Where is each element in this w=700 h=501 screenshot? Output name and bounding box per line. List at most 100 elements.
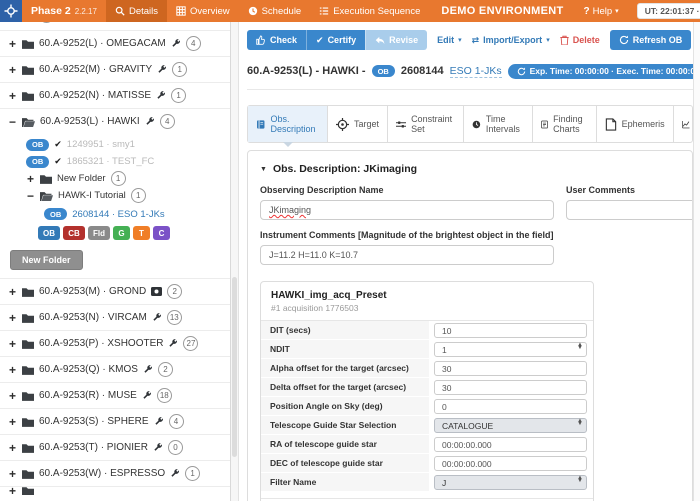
acquisition-template-card: HAWKI_img_acq_Preset #1 acquisition 1776… — [260, 281, 594, 501]
tree-row-vircam[interactable]: + 60.A-9253(N) · VIRCAM 13 — [0, 304, 230, 330]
delete-ob-button[interactable]: Delete — [560, 35, 600, 45]
expand-icon[interactable]: + — [8, 37, 17, 51]
execution-time-pill[interactable]: Exp. Time: 00:00:00 · Exec. Time: 00:00:… — [508, 64, 700, 79]
tab-obs-description[interactable]: Obs. Description — [248, 106, 328, 142]
folder-icon — [22, 486, 34, 495]
expand-icon[interactable]: + — [26, 172, 35, 186]
tab-finding-charts[interactable]: Finding Charts — [533, 106, 597, 142]
tab-label: Constraint Set — [411, 114, 455, 135]
number-stepper[interactable]: ▲▼ — [577, 344, 583, 351]
expand-icon[interactable]: + — [8, 311, 17, 325]
ob-row-1249951[interactable]: OB ✔ 1249951 · smy1 — [0, 136, 230, 153]
ob-name-link[interactable]: ESO 1-JKs — [450, 65, 502, 78]
badge-c[interactable]: C — [153, 226, 170, 240]
ob-label: 1865321 · TEST_FC — [67, 156, 154, 167]
filter-name-select[interactable]: J ▲▼ — [434, 475, 587, 490]
tree-row-xshooter[interactable]: + 60.A-9253(P) · XSHOOTER 27 — [0, 330, 230, 356]
tree-row-gravity[interactable]: + 60.A-9252(M) · GRAVITY 1 — [0, 56, 230, 82]
active-tab-notch — [283, 142, 293, 147]
collapse-icon[interactable]: − — [26, 189, 35, 203]
ob-row-1865321[interactable]: OB ✔ 1865321 · TEST_FC — [0, 153, 230, 170]
tab-constraint-set[interactable]: Constraint Set — [388, 106, 464, 142]
certify-button[interactable]: ✔ Certify — [306, 30, 365, 50]
folder-icon — [22, 65, 34, 75]
tree-row-omegacam[interactable]: + 60.A-9252(L) · OMEGACAM 4 — [0, 30, 230, 56]
nav-item-overview[interactable]: Overview — [167, 0, 239, 22]
expand-icon[interactable]: + — [8, 486, 17, 495]
badge-fld[interactable]: Fld — [88, 226, 110, 240]
badge-cb[interactable]: CB — [63, 226, 85, 240]
run-label: 60.A-9253(S) · SPHERE — [39, 416, 149, 427]
check-button[interactable]: Check — [247, 30, 306, 50]
tab-label: Ephemeris — [622, 119, 665, 129]
tree-row-muse[interactable]: + 60.A-9253(R) · MUSE 18 — [0, 382, 230, 408]
expand-icon[interactable]: + — [8, 415, 17, 429]
window-scrollbar[interactable] — [693, 22, 700, 501]
sidebar-scrollbar-thumb[interactable] — [232, 277, 237, 457]
expand-icon[interactable]: + — [8, 441, 17, 455]
tree-row-hawki[interactable]: − 60.A-9253(L) · HAWKI 4 — [0, 108, 230, 134]
expand-icon[interactable]: + — [8, 467, 17, 481]
ra-guide-star-input[interactable]: 00:00:00.000 — [434, 437, 587, 452]
tree-row-grond[interactable]: + 60.A-9253(M) · GROND 2 — [0, 278, 230, 304]
position-angle-input[interactable]: 0 — [434, 399, 587, 414]
guide-star-selection-select[interactable]: CATALOGUE ▲▼ — [434, 418, 587, 433]
run-label: 60.A-9252(N) · MATISSE — [39, 90, 151, 101]
nav-item-label: Schedule — [262, 6, 302, 17]
folder-row-new-folder[interactable]: + New Folder 1 — [0, 170, 230, 187]
nav-item-details[interactable]: Details — [106, 0, 167, 22]
tree-row-matisse[interactable]: + 60.A-9252(N) · MATISSE 1 — [0, 82, 230, 108]
sidebar-scrollbar[interactable] — [231, 22, 239, 501]
tab-time-intervals[interactable]: Time Intervals — [464, 106, 533, 142]
top-navbar: Phase 2 2.2.17 Details Overview Schedule… — [0, 0, 700, 22]
grid-icon — [176, 6, 186, 16]
tree-row-clipped[interactable]: + — [0, 22, 230, 30]
param-value: 1 — [442, 345, 447, 355]
expand-icon[interactable]: + — [8, 89, 17, 103]
collapse-icon[interactable]: − — [8, 115, 17, 129]
expand-icon[interactable]: + — [8, 22, 17, 23]
count-badge: 1 — [171, 88, 186, 103]
import-export-menu-button[interactable]: ⇄ Import/Export ▾ — [472, 35, 550, 46]
tree-row-kmos[interactable]: + 60.A-9253(Q) · KMOS 2 — [0, 356, 230, 382]
badge-g[interactable]: G — [113, 226, 130, 240]
alpha-offset-input[interactable]: 30 — [434, 361, 587, 376]
folder-row-hawki-tutorial[interactable]: − HAWK-I Tutorial 1 — [0, 187, 230, 204]
param-label: NDIT — [261, 340, 429, 359]
thumbs-up-icon — [256, 35, 266, 45]
badge-t[interactable]: T — [133, 226, 150, 240]
ob-badge: OB — [26, 139, 49, 151]
expand-icon[interactable]: + — [8, 337, 17, 351]
ndit-input[interactable]: 1 ▲▼ — [434, 342, 587, 357]
tab-target[interactable]: Target — [328, 106, 388, 142]
nav-item-execution-sequence[interactable]: Execution Sequence — [310, 0, 429, 22]
new-folder-button[interactable]: New Folder — [10, 250, 83, 270]
eso-logo[interactable] — [0, 0, 22, 22]
expand-icon[interactable]: + — [8, 285, 17, 299]
user-comments-input[interactable] — [566, 200, 693, 220]
tree-row-espresso[interactable]: + 60.A-9253(W) · ESPRESSO 1 — [0, 460, 230, 486]
badge-ob[interactable]: OB — [38, 226, 60, 240]
edit-menu-button[interactable]: Edit ▾ — [437, 35, 462, 45]
app-brand[interactable]: Phase 2 2.2.17 — [22, 0, 106, 22]
observing-description-name-input[interactable]: JKimaging — [260, 200, 554, 220]
dec-guide-star-input[interactable]: 00:00:00.000 — [434, 456, 587, 471]
refresh-ob-button[interactable]: Refresh OB — [610, 30, 692, 50]
help-menu[interactable]: ? Help ▾ — [576, 0, 627, 22]
tree-row-clipped-bottom[interactable]: + — [0, 486, 230, 495]
tab-ephemeris[interactable]: Ephemeris — [597, 106, 674, 142]
expand-icon[interactable]: + — [8, 389, 17, 403]
nav-item-schedule[interactable]: Schedule — [239, 0, 311, 22]
tree-row-pionier[interactable]: + 60.A-9253(T) · PIONIER 0 — [0, 434, 230, 460]
folder-icon — [22, 313, 34, 323]
dit-input[interactable]: 10 — [434, 323, 587, 338]
expand-icon[interactable]: + — [8, 63, 17, 77]
delta-offset-input[interactable]: 30 — [434, 380, 587, 395]
ob-row-2608144-selected[interactable]: OB 2608144 · ESO 1-JKs — [0, 204, 230, 224]
revise-button[interactable]: Revise — [365, 30, 427, 50]
obs-description-section-header[interactable]: ▼ Obs. Description: JKimaging — [260, 163, 680, 175]
count-badge: 1 — [185, 466, 200, 481]
instrument-comments-input[interactable]: J=11.2 H=11.0 K=10.7 — [260, 245, 554, 265]
tree-row-sphere[interactable]: + 60.A-9253(S) · SPHERE 4 — [0, 408, 230, 434]
expand-icon[interactable]: + — [8, 363, 17, 377]
